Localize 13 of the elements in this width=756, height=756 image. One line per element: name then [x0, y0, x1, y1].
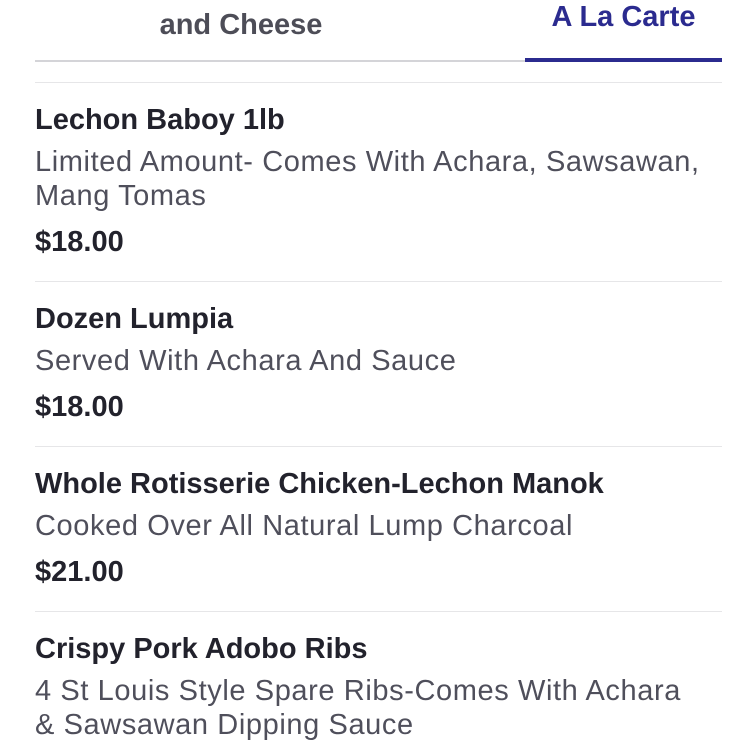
item-price: $18.00	[35, 390, 125, 424]
item-name: Dozen Lumpia	[35, 302, 234, 336]
item-description: Limited Amount- Comes With Achara, Sawsawan, Mang Tomas	[35, 145, 701, 213]
item-description: Cooked Over All Natural Lump Charcoal	[35, 509, 574, 543]
item-description: 4 St Louis Style Spare Ribs-Comes With Achara & Sawsawan Dipping Sauce	[35, 674, 682, 742]
menu-tab[interactable]: A La Carte	[525, 0, 722, 62]
item-price: $18.00	[35, 225, 125, 259]
item-name: Lechon Baboy 1lb	[35, 103, 286, 137]
item-price: $21.00	[35, 555, 125, 589]
item-description: Served With Achara And Sauce	[35, 344, 458, 378]
item-name: Whole Rotisserie Chicken-Lechon Manok	[35, 467, 605, 501]
item-name: Crispy Pork Adobo Ribs	[35, 632, 368, 666]
menu-tab[interactable]: and Cheese	[35, 0, 525, 62]
